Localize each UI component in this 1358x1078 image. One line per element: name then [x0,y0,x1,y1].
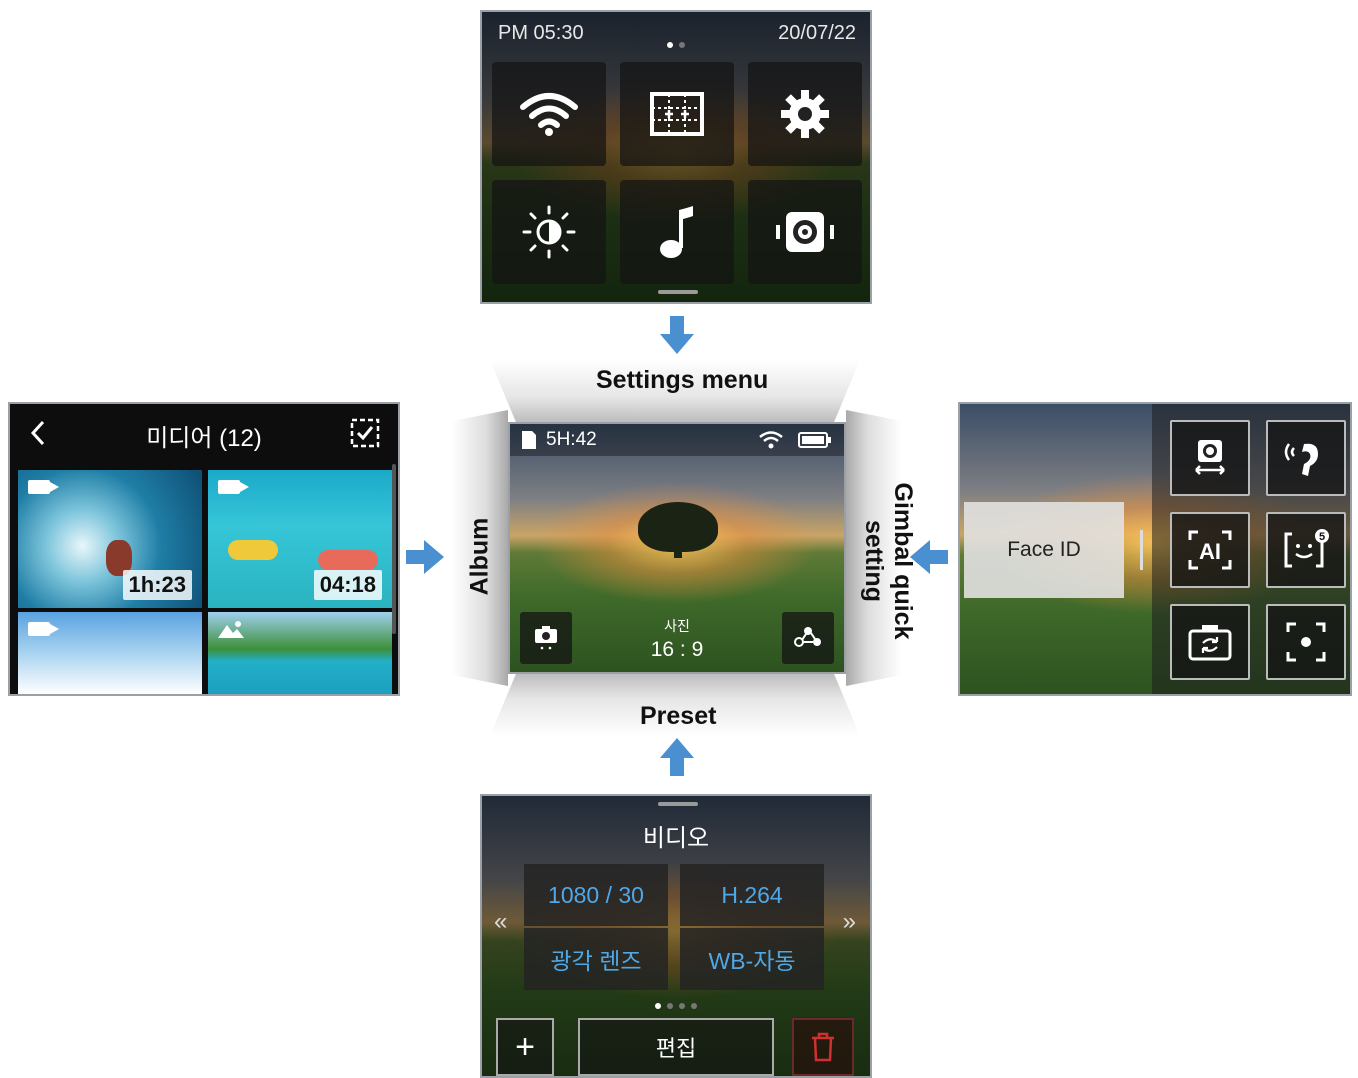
voice-control-tile[interactable] [1266,420,1346,496]
album-scrollbar[interactable] [392,464,396,634]
photo-icon [218,621,244,638]
date-display: 20/07/22 [778,22,856,44]
wifi-icon [759,431,783,449]
video-camera-icon [218,480,249,494]
arrow-down-icon [660,316,694,354]
album-title: 미디어 (12) [146,425,262,452]
video-duration: 04:18 [313,570,382,600]
float-figure [228,540,278,560]
swipe-handle[interactable] [658,802,698,806]
gear-icon [781,90,829,138]
lens-cell[interactable]: 광각 렌즈 [524,928,668,990]
camera-flip-tile[interactable] [1170,604,1250,680]
divider [1140,530,1143,570]
preset-screen: 비디오 1080 / 30 H.264 광각 렌즈 WB-자동 « » + 편집 [480,794,872,1078]
gimbal-quick-setting-screen: Face ID AI 5 [958,402,1352,696]
main-status-bar: 5H:42 [510,424,844,456]
resolution-cell[interactable]: 1080 / 30 [524,864,668,926]
camera-settings-icon [776,212,834,252]
clock-time: PM 05:30 [498,22,584,44]
float-figure [318,550,378,570]
smile-count-icon: 5 [1284,529,1329,568]
face-id-label: Face ID [1007,538,1081,561]
edit-preset-button[interactable]: 편집 [578,1018,774,1076]
add-preset-button[interactable]: + [496,1018,554,1076]
trash-icon [812,1032,834,1062]
face-track-icon [1195,440,1225,475]
grid-icon [650,92,704,136]
brightness-icon [522,205,576,259]
codec-cell[interactable]: H.264 [680,864,824,926]
arrow-up-icon [660,738,694,776]
thumbnail-4[interactable] [208,612,392,694]
center-focus-tile[interactable] [1266,604,1346,680]
gimbal-label: Gimbal quick setting [860,482,917,640]
settings-menu-label: Settings menu [596,366,769,394]
delete-preset-button[interactable] [792,1018,854,1076]
settings-status-bar: PM 05:30 20/07/22 [482,12,870,56]
grid-tile[interactable] [620,62,734,166]
thumbnail-2[interactable]: 04:18 [208,470,392,608]
sd-card-icon [522,431,536,449]
white-balance-cell[interactable]: WB-자동 [680,928,824,990]
edit-label: 편집 [655,1036,697,1061]
settings-tile[interactable] [748,62,862,166]
music-tile[interactable] [620,180,734,284]
wifi-icon [520,93,578,136]
remaining-time: 5H:42 [546,429,597,450]
settings-menu-screen: PM 05:30 20/07/22 [480,10,872,304]
main-camera-screen: 5H:42 사진 16 : 9 [508,422,846,674]
wifi-tile[interactable] [492,62,606,166]
camera-flip-icon [1188,625,1232,661]
share-icon [794,627,821,647]
album-screen: 미디어 (12) 1h:23 04:18 [8,402,400,696]
ai-tracking-tile[interactable]: AI [1170,512,1250,588]
voice-control-icon [1284,443,1318,476]
video-camera-icon [28,622,59,636]
album-label: Album [465,517,494,596]
preset-title: 비디오 [642,825,710,852]
brightness-tile[interactable] [492,180,606,284]
preset-page-indicator [482,996,870,1014]
battery-icon [798,432,831,448]
video-duration: 1h:23 [122,570,192,600]
music-note-icon [660,206,693,258]
face-id-button[interactable]: Face ID [964,502,1124,598]
video-camera-icon [28,480,59,494]
thumbnail-3[interactable] [18,612,202,694]
share-button[interactable] [782,612,834,664]
swipe-handle[interactable] [658,290,698,294]
arrow-right-icon [406,540,444,574]
album-header: 미디어 (12) [10,404,398,462]
plus-icon: + [515,1027,535,1066]
center-focus-icon [1286,622,1326,662]
camera-settings-tile[interactable] [748,180,862,284]
tree-trunk [674,544,682,558]
page-indicator [664,31,688,54]
smile-shot-tile[interactable]: 5 [1266,512,1346,588]
thumbnail-1[interactable]: 1h:23 [18,470,202,608]
select-all-icon[interactable] [350,418,380,448]
prev-page-button[interactable]: « [494,908,507,936]
next-page-button[interactable]: » [843,908,856,936]
arrow-left-icon [910,540,948,574]
svg-text:AI: AI [1199,539,1221,564]
smile-badge: 5 [1319,531,1325,543]
ai-icon: AI [1188,530,1232,570]
face-track-tile[interactable] [1170,420,1250,496]
preset-label: Preset [640,702,717,730]
